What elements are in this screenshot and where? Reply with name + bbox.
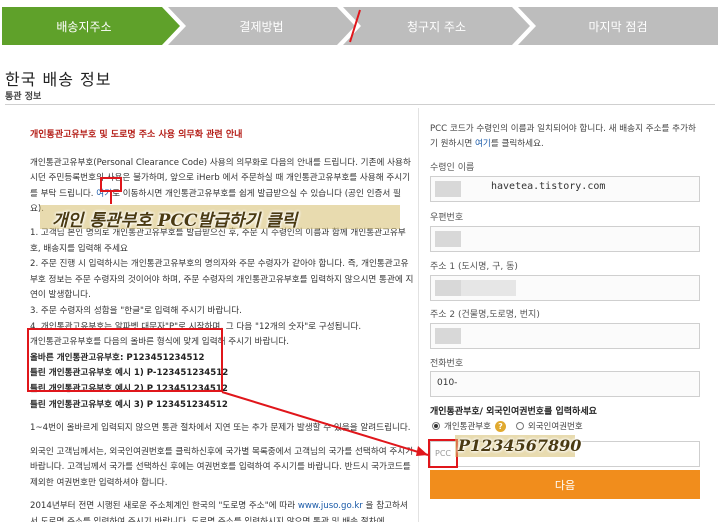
arrow-line — [221, 391, 429, 456]
annotation-arrows — [110, 9, 429, 456]
arrow-line — [349, 9, 361, 43]
arrow-head — [416, 446, 428, 456]
